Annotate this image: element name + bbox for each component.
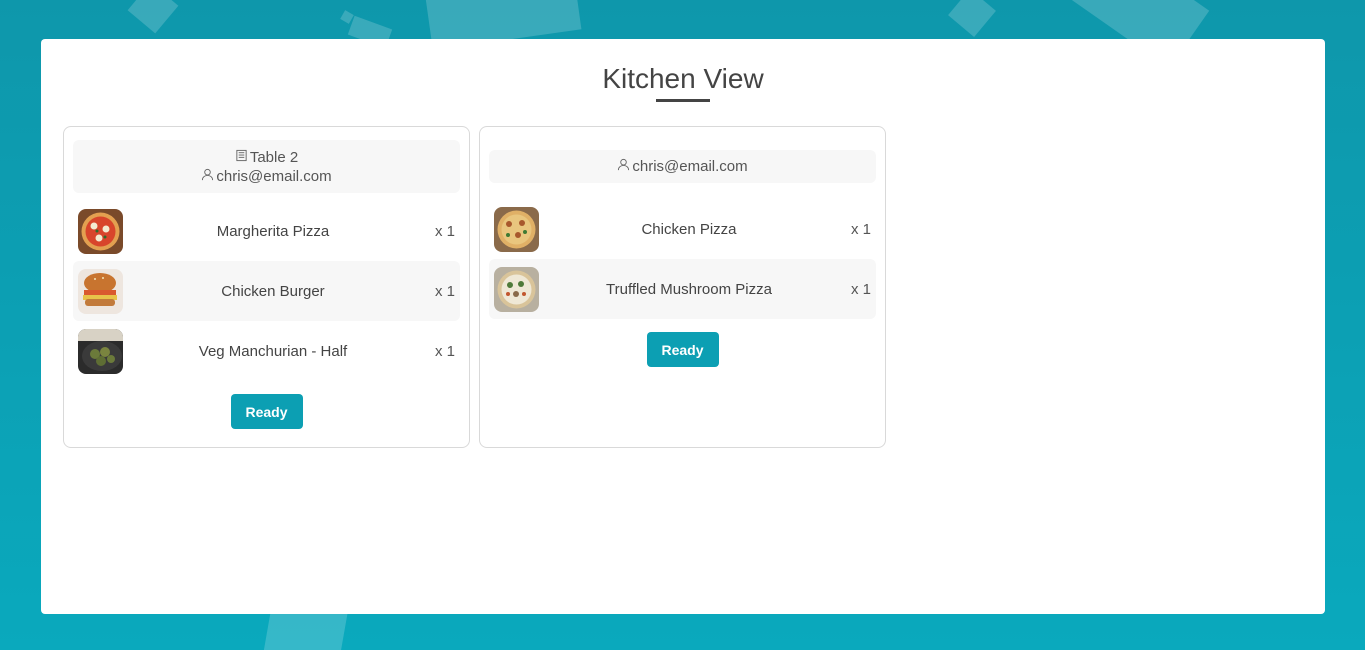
customer-email: chris@email.com bbox=[216, 167, 332, 185]
user-icon bbox=[617, 157, 630, 176]
order-item: Truffled Mushroom Pizza x 1 bbox=[489, 259, 876, 319]
item-name: Truffled Mushroom Pizza bbox=[606, 280, 772, 298]
table-icon bbox=[235, 148, 248, 167]
order-item: Margherita Pizza x 1 bbox=[73, 201, 460, 261]
customer-email: chris@email.com bbox=[632, 158, 748, 175]
table-label: Table 2 bbox=[249, 148, 299, 166]
item-name: Veg Manchurian - Half bbox=[198, 342, 348, 360]
page-title: Kitchen View bbox=[602, 63, 764, 94]
order-item: Chicken Pizza x 1 bbox=[489, 199, 876, 259]
title-underline bbox=[656, 99, 710, 102]
item-quantity: x 1 bbox=[434, 222, 455, 240]
chicken-pizza-image bbox=[494, 206, 539, 252]
order-item: Veg Manchurian - Half x 1 bbox=[73, 321, 460, 381]
veg-manchurian-image bbox=[78, 328, 123, 374]
user-icon bbox=[201, 167, 214, 186]
item-name: Chicken Pizza bbox=[641, 220, 737, 238]
chicken-burger-image bbox=[78, 268, 123, 314]
margherita-pizza-image bbox=[78, 208, 123, 254]
truffled-mushroom-pizza-image bbox=[494, 266, 539, 312]
order-card: Table 2 chris@email.com Margherita Pizza… bbox=[63, 126, 470, 448]
item-name: Margherita Pizza bbox=[216, 222, 330, 240]
ready-button[interactable]: Ready bbox=[646, 332, 719, 367]
ready-button[interactable]: Ready bbox=[230, 394, 303, 429]
item-name: Chicken Burger bbox=[221, 282, 325, 300]
order-header: chris@email.com bbox=[489, 150, 876, 183]
order-item: Chicken Burger x 1 bbox=[73, 261, 460, 321]
order-card: chris@email.com Chicken Pizza x 1 Truffl… bbox=[479, 126, 886, 448]
order-header: Table 2 chris@email.com bbox=[73, 140, 460, 193]
kitchen-panel: Kitchen View Table 2 chris@email.com Mar… bbox=[41, 39, 1325, 614]
item-quantity: x 1 bbox=[850, 280, 871, 298]
item-quantity: x 1 bbox=[434, 342, 455, 360]
item-quantity: x 1 bbox=[850, 220, 871, 238]
item-quantity: x 1 bbox=[434, 282, 455, 300]
